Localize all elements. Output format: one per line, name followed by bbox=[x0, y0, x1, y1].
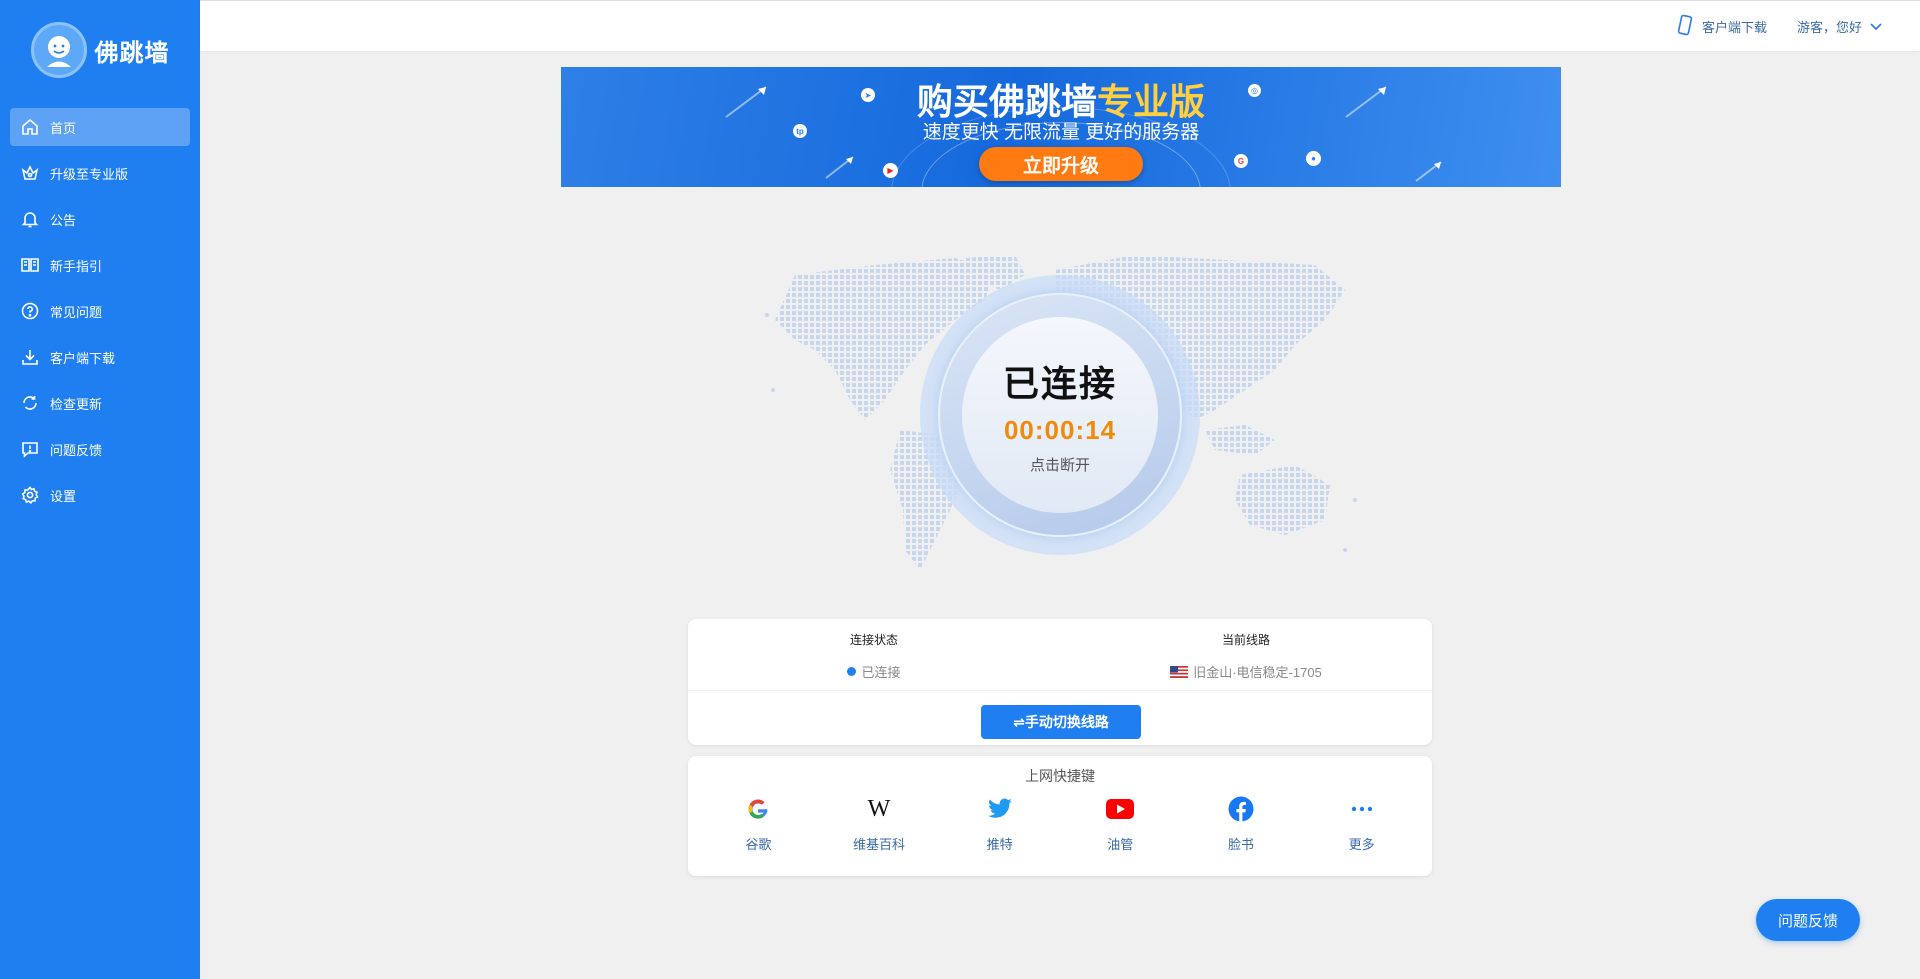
header-actions: 客户端下载 游客，您好 bbox=[1676, 1, 1882, 52]
connection-info-card: 连接状态 已连接 当前线路 旧金山·电信稳定-1705 ⇌手动切换线路 bbox=[688, 619, 1432, 745]
us-flag-icon bbox=[1170, 665, 1189, 678]
banner-subtitle: 速度更快 无限流量 更好的服务器 bbox=[922, 122, 1200, 143]
banner-title-prefix: 购买佛跳墙 bbox=[916, 81, 1097, 122]
sidebar-item-label: 客户端下载 bbox=[50, 350, 116, 366]
shortcut-label: 油管 bbox=[1107, 837, 1134, 852]
sidebar-item-label: 检查更新 bbox=[50, 396, 103, 412]
sidebar-item-label: 问题反馈 bbox=[50, 442, 103, 458]
sidebar-item-download[interactable]: 客户端下载 bbox=[10, 338, 190, 376]
banner-title-highlight: 专业版 bbox=[1097, 81, 1206, 122]
upgrade-now-button[interactable]: 立即升级 bbox=[979, 147, 1143, 181]
sidebar-item-settings[interactable]: 设置 bbox=[10, 476, 190, 514]
twitter-icon bbox=[987, 792, 1013, 826]
sidebar-item-label: 常见问题 bbox=[50, 304, 103, 320]
connection-timer: 00:00:14 bbox=[1003, 415, 1117, 445]
connection-state-value: 已连接 bbox=[847, 662, 901, 681]
shortcut-facebook[interactable]: 脸书 bbox=[1186, 792, 1296, 853]
sidebar-item-label: 新手指引 bbox=[50, 258, 103, 274]
switch-route-button[interactable]: ⇌手动切换线路 bbox=[981, 705, 1141, 739]
sidebar-item-check-update[interactable]: 检查更新 bbox=[10, 384, 190, 422]
buddha-logo-icon bbox=[30, 22, 87, 78]
sidebar-item-label: 公告 bbox=[50, 212, 77, 228]
header-download-label: 客户端下载 bbox=[1701, 20, 1767, 35]
sidebar-item-home[interactable]: 首页 bbox=[10, 108, 190, 146]
shortcut-label: 更多 bbox=[1348, 837, 1375, 852]
shortcut-label: 谷歌 bbox=[745, 837, 772, 852]
gear-icon bbox=[20, 485, 40, 505]
youtube-icon bbox=[1106, 792, 1135, 826]
connection-state-column: 连接状态 已连接 bbox=[688, 619, 1060, 690]
shortcut-label: 脸书 bbox=[1227, 837, 1254, 852]
user-menu[interactable]: 游客，您好 bbox=[1797, 17, 1882, 36]
sidebar-item-feedback[interactable]: 问题反馈 bbox=[10, 430, 190, 468]
shortcut-twitter[interactable]: 推特 bbox=[945, 792, 1055, 853]
rocket-decoration-icon bbox=[1415, 161, 1442, 182]
connection-toggle-button[interactable]: 已连接 00:00:14 点击断开 bbox=[962, 317, 1158, 513]
shortcut-wikipedia[interactable]: W 维基百科 bbox=[824, 792, 934, 853]
sidebar-item-upgrade[interactable]: 升级至专业版 bbox=[10, 154, 190, 192]
book-icon bbox=[20, 255, 40, 275]
rocket-decoration-icon bbox=[825, 156, 854, 179]
crown-icon bbox=[20, 163, 40, 183]
more-icon bbox=[1351, 792, 1373, 826]
shortcut-more[interactable]: 更多 bbox=[1307, 792, 1417, 853]
current-route-label: 当前线路 bbox=[1221, 633, 1270, 647]
shortcuts-title: 上网快捷键 bbox=[1025, 768, 1095, 784]
shortcut-label: 维基百科 bbox=[852, 837, 905, 852]
question-icon bbox=[20, 301, 40, 321]
status-row: 连接状态 已连接 当前线路 旧金山·电信稳定-1705 bbox=[688, 619, 1432, 691]
status-dot-icon bbox=[847, 667, 857, 676]
user-greeting: 游客，您好 bbox=[1796, 20, 1862, 35]
refresh-icon bbox=[20, 393, 40, 413]
sidebar-item-guide[interactable]: 新手指引 bbox=[10, 246, 190, 284]
sidebar-item-faq[interactable]: 常见问题 bbox=[10, 292, 190, 330]
current-route-text: 旧金山·电信稳定-1705 bbox=[1193, 665, 1322, 680]
shortcut-google[interactable]: 谷歌 bbox=[703, 792, 813, 853]
sidebar-nav: 首页 升级至专业版 公告 新手指引 常见问题 客户端下载 检查更新 问题反馈 设… bbox=[0, 100, 200, 514]
shortcuts-card: 上网快捷键 谷歌 W 维基百科 推特 油管 脸书 更多 bbox=[688, 756, 1432, 876]
top-header: 客户端下载 游客，您好 bbox=[200, 0, 1920, 51]
connection-state-text: 已连接 bbox=[861, 665, 901, 680]
header-download-link[interactable]: 客户端下载 bbox=[1676, 14, 1767, 39]
shortcut-label: 推特 bbox=[986, 837, 1013, 852]
shortcut-youtube[interactable]: 油管 bbox=[1065, 792, 1175, 853]
feedback-icon bbox=[20, 439, 40, 459]
sidebar-item-label: 首页 bbox=[50, 120, 77, 136]
home-icon bbox=[20, 117, 40, 137]
feedback-floating-button[interactable]: 问题反馈 bbox=[1756, 899, 1860, 941]
google-icon bbox=[745, 792, 771, 826]
bell-icon bbox=[20, 209, 40, 229]
logo[interactable]: 佛跳墙 bbox=[0, 0, 200, 100]
sidebar-item-label: 升级至专业版 bbox=[50, 166, 129, 182]
download-icon bbox=[20, 347, 40, 367]
facebook-icon bbox=[1228, 792, 1254, 826]
phone-icon bbox=[1676, 14, 1694, 39]
circle-bubble-icon: ● bbox=[1306, 151, 1321, 166]
wikipedia-icon: W bbox=[867, 795, 891, 822]
chevron-down-icon bbox=[1870, 19, 1882, 34]
current-route-value: 旧金山·电信稳定-1705 bbox=[1170, 662, 1322, 681]
sidebar-item-announcement[interactable]: 公告 bbox=[10, 200, 190, 238]
current-route-column: 当前线路 旧金山·电信稳定-1705 bbox=[1060, 619, 1432, 690]
google-bubble-icon: G bbox=[1234, 154, 1248, 168]
shortcuts-row: 谷歌 W 维基百科 推特 油管 脸书 更多 bbox=[688, 792, 1432, 853]
connection-status-title: 已连接 bbox=[1002, 363, 1117, 404]
youtube-bubble-icon: ▶ bbox=[883, 163, 898, 178]
sidebar-item-label: 设置 bbox=[50, 488, 77, 504]
upgrade-banner[interactable]: ➤ tp ▶ ◎ G ● 购买佛跳墙专业版 速度更快 无限流量 更好的服务器 立… bbox=[561, 67, 1561, 187]
sidebar: 佛跳墙 首页 升级至专业版 公告 新手指引 常见问题 客户端下载 检查更新 问题… bbox=[0, 0, 200, 979]
app-name: 佛跳墙 bbox=[94, 39, 170, 67]
connection-state-label: 连接状态 bbox=[849, 633, 898, 647]
disconnect-hint: 点击断开 bbox=[1029, 457, 1090, 474]
